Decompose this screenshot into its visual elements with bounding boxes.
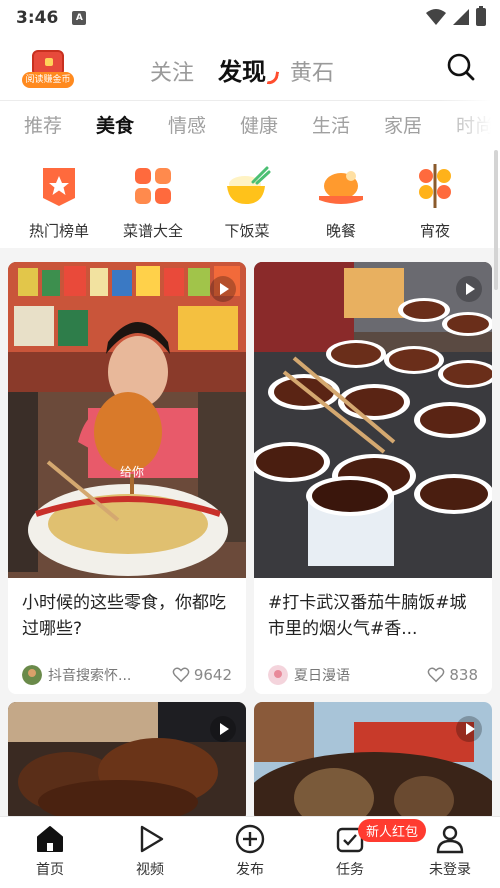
video-play-icon xyxy=(456,716,482,742)
author-name[interactable]: 夏日漫语 xyxy=(294,665,427,685)
top-header: 阅读赚金币 关注 发现 黄石 xyxy=(0,36,500,100)
category-fade xyxy=(440,100,500,148)
category-tabs: 推荐 美食 情感 健康 生活 家居 时尚 xyxy=(0,100,500,148)
video-play-icon xyxy=(210,276,236,302)
feed-card[interactable] xyxy=(8,702,246,822)
author-name[interactable]: 抖音搜索怀... xyxy=(48,665,172,685)
active-tab-indicator xyxy=(266,70,280,86)
treasure-chest-icon xyxy=(32,50,64,74)
card-thumbnail[interactable] xyxy=(254,262,492,578)
card-thumbnail[interactable] xyxy=(254,702,492,822)
rice-bowl-icon xyxy=(227,166,271,204)
category-tab-emotion[interactable]: 情感 xyxy=(168,111,240,138)
nav-label: 发布 xyxy=(236,862,264,878)
status-bar: 3:46 A xyxy=(0,0,500,36)
quick-link-label: 热门榜单 xyxy=(28,222,89,240)
quick-link-label: 宵夜 xyxy=(419,222,450,240)
card-meta: 夏日漫语 838 xyxy=(254,650,492,690)
nav-label: 未登录 xyxy=(429,862,471,878)
search-icon[interactable] xyxy=(446,52,476,82)
tab-local[interactable]: 黄石 xyxy=(290,55,334,87)
nav-video[interactable]: 视频 xyxy=(100,817,200,888)
quick-link-recipes[interactable]: 菜谱大全 xyxy=(106,148,200,248)
status-time: 3:46 xyxy=(16,8,59,28)
ranking-badge-icon xyxy=(43,168,75,206)
nav-home[interactable]: 首页 xyxy=(0,817,100,888)
like-count: 9642 xyxy=(193,666,232,684)
card-thumbnail[interactable]: 给你 xyxy=(8,262,246,578)
category-tab-health[interactable]: 健康 xyxy=(240,111,312,138)
nav-label: 视频 xyxy=(136,862,164,878)
video-play-icon xyxy=(140,825,164,853)
card-meta: 抖音搜索怀... 9642 xyxy=(8,650,246,690)
braised-meat-photo xyxy=(8,702,246,822)
app-notification-icon: A xyxy=(72,11,87,25)
quick-link-label: 菜谱大全 xyxy=(122,222,183,240)
plus-circle-icon xyxy=(235,824,265,854)
home-icon xyxy=(37,826,63,852)
feed-card[interactable]: 给你 小时候的这些零食，你都吃过哪些? 抖音搜索怀... 9642 xyxy=(8,262,246,694)
quick-link-label: 下饭菜 xyxy=(224,222,270,240)
quick-link-hot-ranking[interactable]: 热门榜单 xyxy=(12,148,106,248)
read-earn-coins-button[interactable]: 阅读赚金币 xyxy=(22,50,74,90)
card-thumbnail[interactable] xyxy=(8,702,246,822)
like-count: 838 xyxy=(449,666,478,684)
nav-label: 首页 xyxy=(36,862,64,878)
quick-links: 热门榜单 菜谱大全 下饭菜 晚餐 宵夜 xyxy=(0,148,500,248)
nav-profile[interactable]: 未登录 xyxy=(400,817,500,888)
video-play-icon xyxy=(456,276,482,302)
skewer-icon xyxy=(419,164,451,208)
wifi-icon xyxy=(426,9,446,25)
recipe-grid-icon xyxy=(135,168,171,204)
tab-discover-label: 发现 xyxy=(218,58,267,86)
quick-link-rice-dishes[interactable]: 下饭菜 xyxy=(200,148,294,248)
quick-link-dinner[interactable]: 晚餐 xyxy=(294,148,388,248)
quick-link-label: 晚餐 xyxy=(325,222,356,240)
beef-bowls-photo xyxy=(254,262,492,578)
video-play-icon xyxy=(210,716,236,742)
avatar[interactable] xyxy=(22,665,42,685)
user-icon xyxy=(436,825,464,854)
nav-tasks[interactable]: 任务 新人红包 xyxy=(300,817,427,888)
signal-icon xyxy=(453,9,469,25)
category-tab-food[interactable]: 美食 xyxy=(96,111,168,138)
category-tab-recommend[interactable]: 推荐 xyxy=(24,111,96,138)
feed-card[interactable] xyxy=(254,702,492,822)
pork-hock-photo xyxy=(254,702,492,822)
avatar[interactable] xyxy=(268,665,288,685)
nav-label: 任务 xyxy=(336,862,364,878)
heart-icon[interactable] xyxy=(172,666,190,684)
bottom-navigation: 首页 视频 发布 任务 新人红包 未登录 xyxy=(0,816,500,888)
overlay-text: 给你 xyxy=(120,465,144,479)
tab-follow[interactable]: 关注 xyxy=(150,55,194,87)
quick-link-late-night[interactable]: 宵夜 xyxy=(388,148,482,248)
card-title[interactable]: #打卡武汉番茄牛腩饭#城市里的烟火气#香... xyxy=(254,578,492,650)
category-tab-life[interactable]: 生活 xyxy=(312,111,384,138)
snacks-photo: 给你 xyxy=(8,262,246,578)
card-title[interactable]: 小时候的这些零食，你都吃过哪些? xyxy=(8,578,246,650)
header-tabs: 关注 发现 黄石 xyxy=(150,52,334,87)
nav-publish[interactable]: 发布 xyxy=(200,817,300,888)
feed-card[interactable]: #打卡武汉番茄牛腩饭#城市里的烟火气#香... 夏日漫语 838 xyxy=(254,262,492,694)
scrollbar[interactable] xyxy=(494,150,498,290)
coin-label: 阅读赚金币 xyxy=(22,72,74,88)
battery-icon xyxy=(476,6,486,26)
tab-discover[interactable]: 发现 xyxy=(218,52,280,87)
roast-chicken-icon xyxy=(319,171,363,204)
heart-icon[interactable] xyxy=(427,666,445,684)
